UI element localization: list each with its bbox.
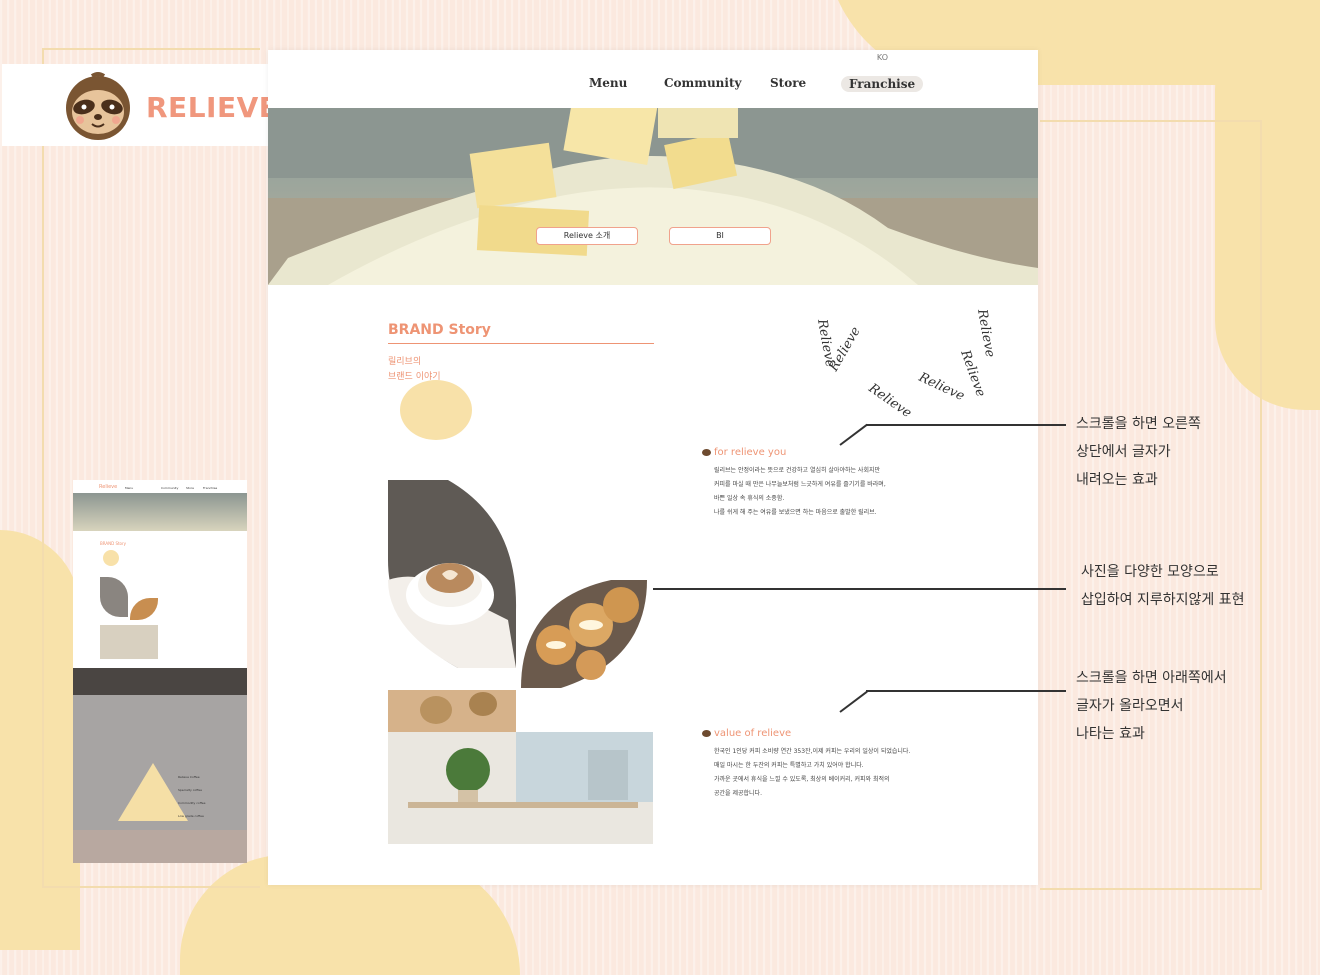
text-line: 커피를 마실 때 만은 나무늘보처럼 느긋하게 여유를 즐기기를 바라며, bbox=[714, 481, 886, 488]
text-line: 공간을 제공합니다. bbox=[714, 790, 762, 797]
frame-line-right bbox=[1040, 120, 1262, 890]
thumb-dark-band bbox=[73, 668, 247, 695]
annotation-line-text: 글자가 올라오면서 bbox=[1076, 698, 1184, 714]
thumb-footer bbox=[73, 830, 247, 863]
annotation-line-text: 스크롤을 하면 아래쪽에서 bbox=[1076, 670, 1227, 686]
annotation-line-3 bbox=[866, 690, 1066, 692]
brand-story-underline bbox=[388, 343, 654, 344]
thumb-pyramid-label-3: Commodity coffee bbox=[178, 801, 206, 805]
annotation-3: 스크롤을 하면 아래쪽에서 글자가 올라오면서 나타는 효과 bbox=[1076, 664, 1227, 748]
text-line: 릴리브는 안정이라는 뜻으로 건강하고 열심히 살아야하는 사회지만 bbox=[714, 467, 881, 474]
annotation-line-text: 상단에서 글자가 bbox=[1076, 444, 1171, 460]
thumb-nav-community: Community bbox=[161, 486, 179, 490]
brand-subtitle-1: 릴리브의 bbox=[388, 357, 422, 367]
hero-button-bi[interactable]: BI bbox=[669, 227, 771, 245]
text-line: 나를 쉬게 해 주는 여유를 보냈으면 하는 마음으로 출발한 릴리브. bbox=[714, 509, 877, 516]
thumb-cafe bbox=[100, 625, 158, 659]
brand-subtitle-2: 브랜드 이야기 bbox=[388, 372, 441, 382]
pastry-photo bbox=[521, 580, 647, 688]
section-for-relieve-text: 릴리브는 안정이라는 뜻으로 건강하고 열심히 살아야하는 사회지만 커피를 마… bbox=[714, 464, 886, 520]
section-for-relieve-title: for relieve you bbox=[702, 447, 786, 458]
circular-word-6: Relieve bbox=[974, 307, 997, 359]
coffee-bean-icon bbox=[702, 448, 711, 456]
thumb-nav-menu: Menu bbox=[125, 486, 134, 490]
cafe-interior-photo bbox=[388, 690, 653, 844]
annotation-line-1 bbox=[866, 424, 1066, 426]
section-value-text: 한국인 1인당 커피 소비량 연간 353잔,이제 커피는 우리의 일상이 되었… bbox=[714, 745, 910, 801]
nav-community[interactable]: Community bbox=[664, 76, 741, 90]
section-value-label: value of relieve bbox=[714, 728, 792, 739]
nav-store[interactable]: Store bbox=[770, 76, 806, 90]
flour-butter-image bbox=[268, 108, 1038, 285]
section-value-title: value of relieve bbox=[702, 728, 791, 739]
annotation-line-text: 내려오는 효과 bbox=[1076, 472, 1158, 488]
text-line: 바쁜 일상 속 휴식의 소중함. bbox=[714, 495, 785, 502]
coffee-bean-icon bbox=[702, 729, 711, 737]
thumb-pastry bbox=[130, 598, 158, 620]
circular-word-3: Relieve bbox=[865, 380, 914, 417]
thumb-yellow-circle bbox=[103, 550, 119, 566]
text-line: 가까운 곳에서 휴식을 느낄 수 있도록, 최상의 베이커리, 커피와 최적의 bbox=[714, 776, 890, 783]
sloth-logo-icon bbox=[66, 72, 130, 140]
thumb-brand-title: BRAND Story bbox=[100, 541, 127, 546]
thumb-hero bbox=[73, 493, 247, 531]
thumb-nav-franchise: Franchise bbox=[203, 486, 218, 490]
annotation-line-2 bbox=[653, 588, 1066, 590]
annotation-line-text: 삽입하여 지루하지않게 표현 bbox=[1081, 592, 1245, 608]
brand-story-title: BRAND Story bbox=[388, 322, 491, 338]
text-line: 한국인 1인당 커피 소비량 연간 353잔,이제 커피는 우리의 일상이 되었… bbox=[714, 748, 911, 755]
decor-yellow-circle bbox=[400, 380, 472, 440]
nav-franchise[interactable]: Franchise bbox=[841, 76, 924, 92]
thumb-latte bbox=[100, 577, 128, 617]
hero-button-relieve[interactable]: Relieve 소개 bbox=[536, 227, 638, 245]
annotation-2: 사진을 다양한 모양으로 삽입하여 지루하지않게 표현 bbox=[1081, 558, 1244, 614]
section-for-relieve-label: for relieve you bbox=[714, 447, 787, 458]
thumb-pyramid-label-1: Relieve Coffee bbox=[178, 775, 200, 779]
nav-menu[interactable]: Menu bbox=[589, 76, 627, 90]
circular-relieve-text: Relieve Relieve Relieve Relieve Relieve … bbox=[814, 307, 997, 417]
annotation-line-text: 사진을 다양한 모양으로 bbox=[1081, 564, 1219, 580]
thumb-pyramid bbox=[118, 763, 188, 821]
thumb-pyramid-label-4: Low grade coffee bbox=[178, 814, 204, 818]
thumb-pyramid-label-2: Specialty coffee bbox=[178, 788, 202, 792]
full-page-thumbnail: Relieve Menu Community Store Franchise B… bbox=[73, 480, 247, 863]
annotation-line-text: 스크롤을 하면 오른쪽 bbox=[1076, 416, 1201, 432]
language-selector[interactable]: KO bbox=[877, 53, 888, 62]
hero-image: Relieve 소개 BI bbox=[268, 108, 1038, 285]
circular-word-4: Relieve bbox=[915, 370, 967, 405]
annotation-1: 스크롤을 하면 오른쪽 상단에서 글자가 내려오는 효과 bbox=[1076, 410, 1201, 494]
text-line: 매일 마시는 한 두잔의 커피는 특별하고 가치 있어야 합니다. bbox=[714, 762, 864, 769]
thumb-logo: Relieve bbox=[99, 484, 118, 490]
thumb-nav-store: Store bbox=[186, 486, 194, 490]
page-mockup: KO Menu Community Store Franchise Reliev… bbox=[268, 50, 1038, 885]
latte-photo bbox=[388, 480, 517, 668]
annotation-line-text: 나타는 효과 bbox=[1076, 726, 1145, 742]
